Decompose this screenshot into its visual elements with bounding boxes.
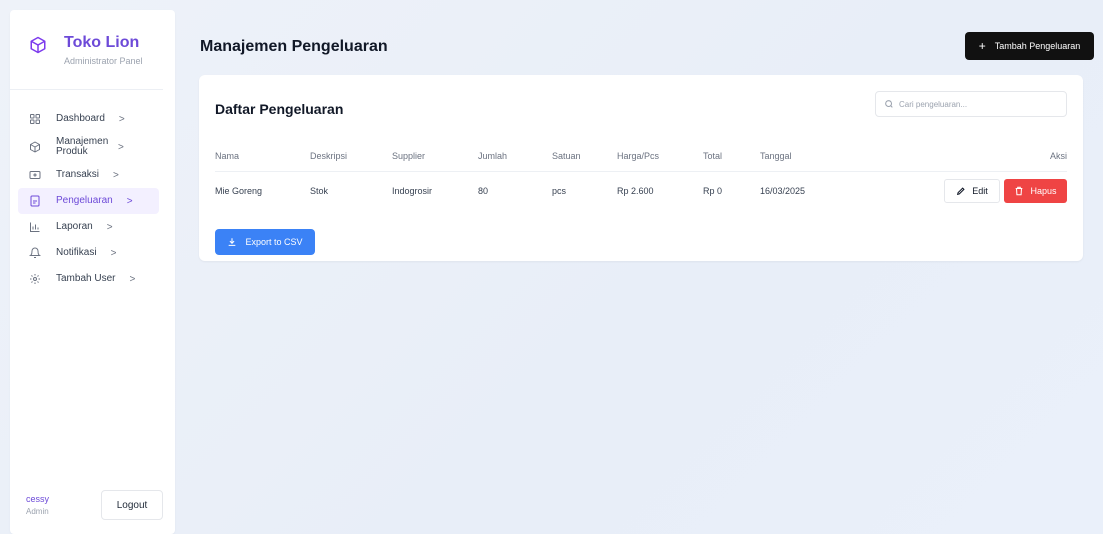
user-info: cessy Admin xyxy=(26,494,49,516)
sidebar-item-notifikasi[interactable]: Notifikasi > xyxy=(18,240,159,266)
sidebar-item-manajemen-produk[interactable]: Manajemen Produk > xyxy=(18,132,159,162)
sidebar-item-label: Pengeluaran xyxy=(56,195,113,206)
chevron-right-icon: > xyxy=(126,195,133,207)
column-header: Tanggal xyxy=(760,141,850,172)
cell-supplier: Indogrosir xyxy=(392,186,433,197)
document-icon xyxy=(28,194,42,208)
search-box xyxy=(875,91,1067,117)
cell-satuan: pcs xyxy=(552,186,567,197)
table-row: Mie Goreng Stok Indogrosir 80 pcs Rp 2.6… xyxy=(215,171,1067,211)
cell-tanggal: 16/03/2025 xyxy=(760,186,806,197)
chevron-right-icon: > xyxy=(118,113,125,125)
sidebar-item-dashboard[interactable]: Dashboard > xyxy=(18,106,159,132)
search-icon xyxy=(885,100,893,108)
column-header: Aksi xyxy=(850,141,1067,172)
search-input[interactable] xyxy=(899,99,1059,109)
sidebar: Toko Lion Administrator Panel Dashboard … xyxy=(10,10,175,534)
sidebar-nav: Dashboard > Manajemen Produk > Transaksi… xyxy=(10,90,175,292)
sidebar-item-label: Dashboard xyxy=(56,113,105,124)
cell-aksi: Edit Hapus xyxy=(850,171,1067,211)
column-header: Deskripsi xyxy=(310,141,392,172)
edit-button-label: Edit xyxy=(972,186,988,197)
sidebar-item-tambah-user[interactable]: Tambah User > xyxy=(18,266,159,292)
gear-icon xyxy=(28,272,42,286)
column-header: Jumlah xyxy=(478,141,552,172)
chevron-right-icon: > xyxy=(110,247,117,259)
brand-subtitle: Administrator Panel xyxy=(64,56,143,66)
card-icon xyxy=(28,168,42,182)
sidebar-item-label: Laporan xyxy=(56,221,93,232)
column-header: Total xyxy=(703,141,760,172)
chevron-right-icon: > xyxy=(129,273,136,285)
brand-title: Toko Lion xyxy=(64,34,140,51)
delete-button[interactable]: Hapus xyxy=(1004,179,1067,204)
page-title: Manajemen Pengeluaran xyxy=(200,38,388,55)
expense-list-card: Daftar Pengeluaran Nama Deskripsi Suppli… xyxy=(199,75,1083,261)
sidebar-item-laporan[interactable]: Laporan > xyxy=(18,214,159,240)
chevron-right-icon: > xyxy=(106,221,113,233)
box-icon xyxy=(28,140,42,154)
export-csv-button[interactable]: Export to CSV xyxy=(215,229,315,255)
card-title: Daftar Pengeluaran xyxy=(215,101,344,117)
column-header: Nama xyxy=(215,141,310,172)
column-header: Harga/Pcs xyxy=(617,141,703,172)
chevron-right-icon: > xyxy=(112,169,119,181)
cell-deskripsi: Stok xyxy=(310,186,329,197)
bell-icon xyxy=(28,246,42,260)
export-csv-label: Export to CSV xyxy=(245,237,303,247)
edit-button[interactable]: Edit xyxy=(944,179,1000,204)
plus-icon: + xyxy=(978,39,986,53)
cell-total: Rp 0 xyxy=(703,186,723,197)
box-icon xyxy=(30,36,46,54)
pencil-icon xyxy=(957,187,965,196)
column-header: Supplier xyxy=(392,141,478,172)
column-header: Satuan xyxy=(552,141,617,172)
grid-icon xyxy=(28,112,42,126)
sidebar-item-transaksi[interactable]: Transaksi > xyxy=(18,162,159,188)
cell-jumlah: 80 xyxy=(478,186,489,197)
add-expense-button[interactable]: + Tambah Pengeluaran xyxy=(965,32,1094,60)
table-header-row: Nama Deskripsi Supplier Jumlah Satuan Ha… xyxy=(215,141,1067,172)
bar-chart-icon xyxy=(28,220,42,234)
download-icon xyxy=(229,238,236,246)
app-shell: Toko Lion Administrator Panel Dashboard … xyxy=(10,10,1103,534)
cell-harga: Rp 2.600 xyxy=(617,186,654,197)
trash-icon xyxy=(1016,186,1023,196)
sidebar-item-label: Tambah User xyxy=(56,273,116,284)
sidebar-item-label: Transaksi xyxy=(56,169,99,180)
sidebar-item-label: Notifikasi xyxy=(56,247,97,258)
chevron-right-icon: > xyxy=(118,141,124,153)
sidebar-item-label: Manajemen Produk xyxy=(56,136,109,157)
delete-button-label: Hapus xyxy=(1030,186,1057,197)
user-name: cessy xyxy=(26,494,50,504)
cell-nama: Mie Goreng xyxy=(215,186,263,197)
add-expense-button-label: Tambah Pengeluaran xyxy=(994,41,1081,51)
brand: Toko Lion Administrator Panel xyxy=(10,10,163,90)
sidebar-item-pengeluaran[interactable]: Pengeluaran > xyxy=(18,188,159,214)
expense-table: Nama Deskripsi Supplier Jumlah Satuan Ha… xyxy=(215,141,1067,211)
main-content: Manajemen Pengeluaran + Tambah Pengeluar… xyxy=(175,10,1103,534)
user-role: Admin xyxy=(26,507,49,516)
logout-button[interactable]: Logout xyxy=(101,490,163,520)
